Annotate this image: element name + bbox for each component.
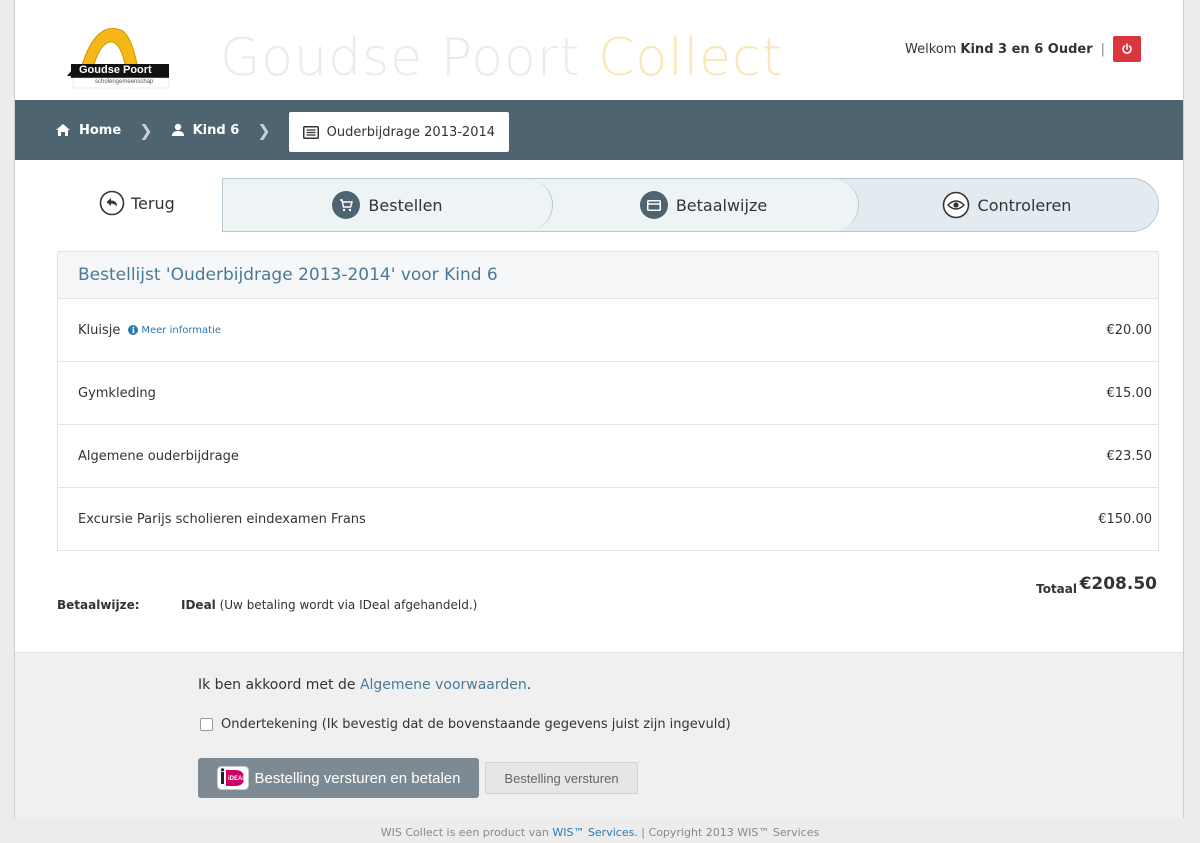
power-icon xyxy=(1122,43,1132,54)
breadcrumb-home-label: Home xyxy=(79,122,122,138)
list-icon xyxy=(302,125,319,139)
terms-agreement: Ik ben akkoord met de Algemene voorwaard… xyxy=(198,677,531,693)
info-icon: i xyxy=(128,325,139,335)
step-bestellen-label: Bestellen xyxy=(368,195,443,215)
order-item: Algemene ouderbijdrage €23.50 xyxy=(57,425,1159,488)
submit-button[interactable]: Bestelling versturen xyxy=(485,762,638,794)
step-bestellen[interactable]: Bestellen xyxy=(223,179,553,231)
signature-label: Ondertekening (Ik bevestig dat de bovens… xyxy=(221,717,731,732)
back-button[interactable]: Terug xyxy=(99,190,175,216)
card-icon xyxy=(639,191,668,219)
total-label: Totaal xyxy=(1036,582,1077,596)
back-label: Terug xyxy=(131,193,175,213)
signature-checkbox[interactable] xyxy=(200,718,213,731)
page-frame: Goudse Poort scholengemeenschap Goudse P… xyxy=(14,0,1184,818)
wizard-steps: Terug Bestellen Betaalwijze Controleren xyxy=(57,178,1159,232)
submit-area: Ik ben akkoord met de Algemene voorwaard… xyxy=(15,652,1183,818)
school-logo[interactable]: Goudse Poort scholengemeenschap xyxy=(59,24,171,94)
breadcrumb-child[interactable]: Kind 6 xyxy=(171,110,240,150)
chevron-right-icon: ❯ xyxy=(257,120,271,140)
vendor-link[interactable]: WIS™ Services. xyxy=(552,826,637,839)
order-item: Excursie Parijs scholieren eindexamen Fr… xyxy=(57,488,1159,551)
submit-and-pay-button[interactable]: iDEAL Bestelling versturen en betalen xyxy=(198,758,479,798)
app-title: Goudse Poort Collect xyxy=(220,28,783,88)
logout-button[interactable] xyxy=(1113,36,1141,62)
order-list-heading: Bestellijst 'Ouderbijdrage 2013-2014' vo… xyxy=(57,251,1159,299)
step-controleren[interactable]: Controleren xyxy=(823,179,1158,231)
order-item-price: €20.00 xyxy=(1106,322,1153,338)
user-icon xyxy=(171,123,185,137)
logo-text: Goudse Poort xyxy=(79,64,152,76)
app-title-part1: Goudse Poort xyxy=(220,28,599,88)
order-list: Bestellijst 'Ouderbijdrage 2013-2014' vo… xyxy=(57,251,1159,551)
ideal-icon: iDEAL xyxy=(216,766,249,790)
order-totals: Totaal €208.50 Betaalwijze: IDeal (Uw be… xyxy=(57,570,1159,620)
chevron-right-icon: ❯ xyxy=(139,120,153,140)
step-betaalwijze[interactable]: Betaalwijze xyxy=(519,179,859,231)
copyright-suffix: | Copyright 2013 WIS™ Services xyxy=(637,826,820,839)
terms-link[interactable]: Algemene voorwaarden xyxy=(360,677,527,693)
copyright-footer: WIS Collect is een product van WIS™ Serv… xyxy=(0,826,1200,839)
breadcrumb: Home ❯ Kind 6 ❯ Ouderbijdrage 2013-2014 xyxy=(15,100,1183,160)
payment-method-name: IDeal xyxy=(181,598,216,612)
step-betaalwijze-label: Betaalwijze xyxy=(675,195,768,215)
order-item: Gymkleding €15.00 xyxy=(57,362,1159,425)
payment-method-label: Betaalwijze: xyxy=(57,598,140,612)
order-item-price: €15.00 xyxy=(1106,385,1153,401)
logo-subtext: scholengemeenschap xyxy=(95,79,154,85)
signature-row[interactable]: Ondertekening (Ik bevestig dat de bovens… xyxy=(200,717,731,732)
order-item-name: Kluisje xyxy=(78,322,121,338)
total-value: €208.50 xyxy=(1079,574,1157,594)
payment-method-note: (Uw betaling wordt via IDeal afgehandeld… xyxy=(215,598,478,612)
breadcrumb-current: Ouderbijdrage 2013-2014 xyxy=(288,112,510,152)
header: Goudse Poort scholengemeenschap Goudse P… xyxy=(15,0,1183,100)
copyright-prefix: WIS Collect is een product van xyxy=(380,826,553,839)
submit-and-pay-label: Bestelling versturen en betalen xyxy=(254,769,461,787)
app-title-part2: Collect xyxy=(598,28,784,88)
cart-icon xyxy=(332,191,361,219)
home-icon xyxy=(55,123,71,137)
order-item-name: Excursie Parijs scholieren eindexamen Fr… xyxy=(78,511,366,527)
eye-icon xyxy=(942,191,970,219)
order-item-price: €23.50 xyxy=(1106,448,1153,464)
order-item-name: Algemene ouderbijdrage xyxy=(78,448,239,464)
welcome-area: Welkom Kind 3 en 6 Ouder | xyxy=(905,36,1141,62)
wizard-track: Bestellen Betaalwijze Controleren xyxy=(222,178,1159,232)
payment-method-value: IDeal (Uw betaling wordt via IDeal afgeh… xyxy=(181,598,477,612)
breadcrumb-current-label: Ouderbijdrage 2013-2014 xyxy=(326,124,496,140)
back-arrow-icon xyxy=(99,190,125,216)
order-item: Kluisje i Meer informatie €20.00 xyxy=(57,299,1159,362)
breadcrumb-child-label: Kind 6 xyxy=(192,122,240,138)
svg-text:iDEAL: iDEAL xyxy=(228,776,246,782)
user-name[interactable]: Kind 3 en 6 Ouder xyxy=(960,42,1092,57)
breadcrumb-home[interactable]: Home xyxy=(55,110,121,150)
step-controleren-label: Controleren xyxy=(977,195,1072,215)
welcome-prefix: Welkom xyxy=(905,41,957,57)
more-info-link[interactable]: i Meer informatie xyxy=(128,325,221,336)
terms-suffix: . xyxy=(526,677,532,693)
welcome-separator: | xyxy=(1100,41,1105,57)
terms-prefix: Ik ben akkoord met de xyxy=(198,677,360,693)
more-info-label: Meer informatie xyxy=(141,324,222,336)
order-item-name: Gymkleding xyxy=(78,385,156,401)
order-item-price: €150.00 xyxy=(1098,511,1152,527)
